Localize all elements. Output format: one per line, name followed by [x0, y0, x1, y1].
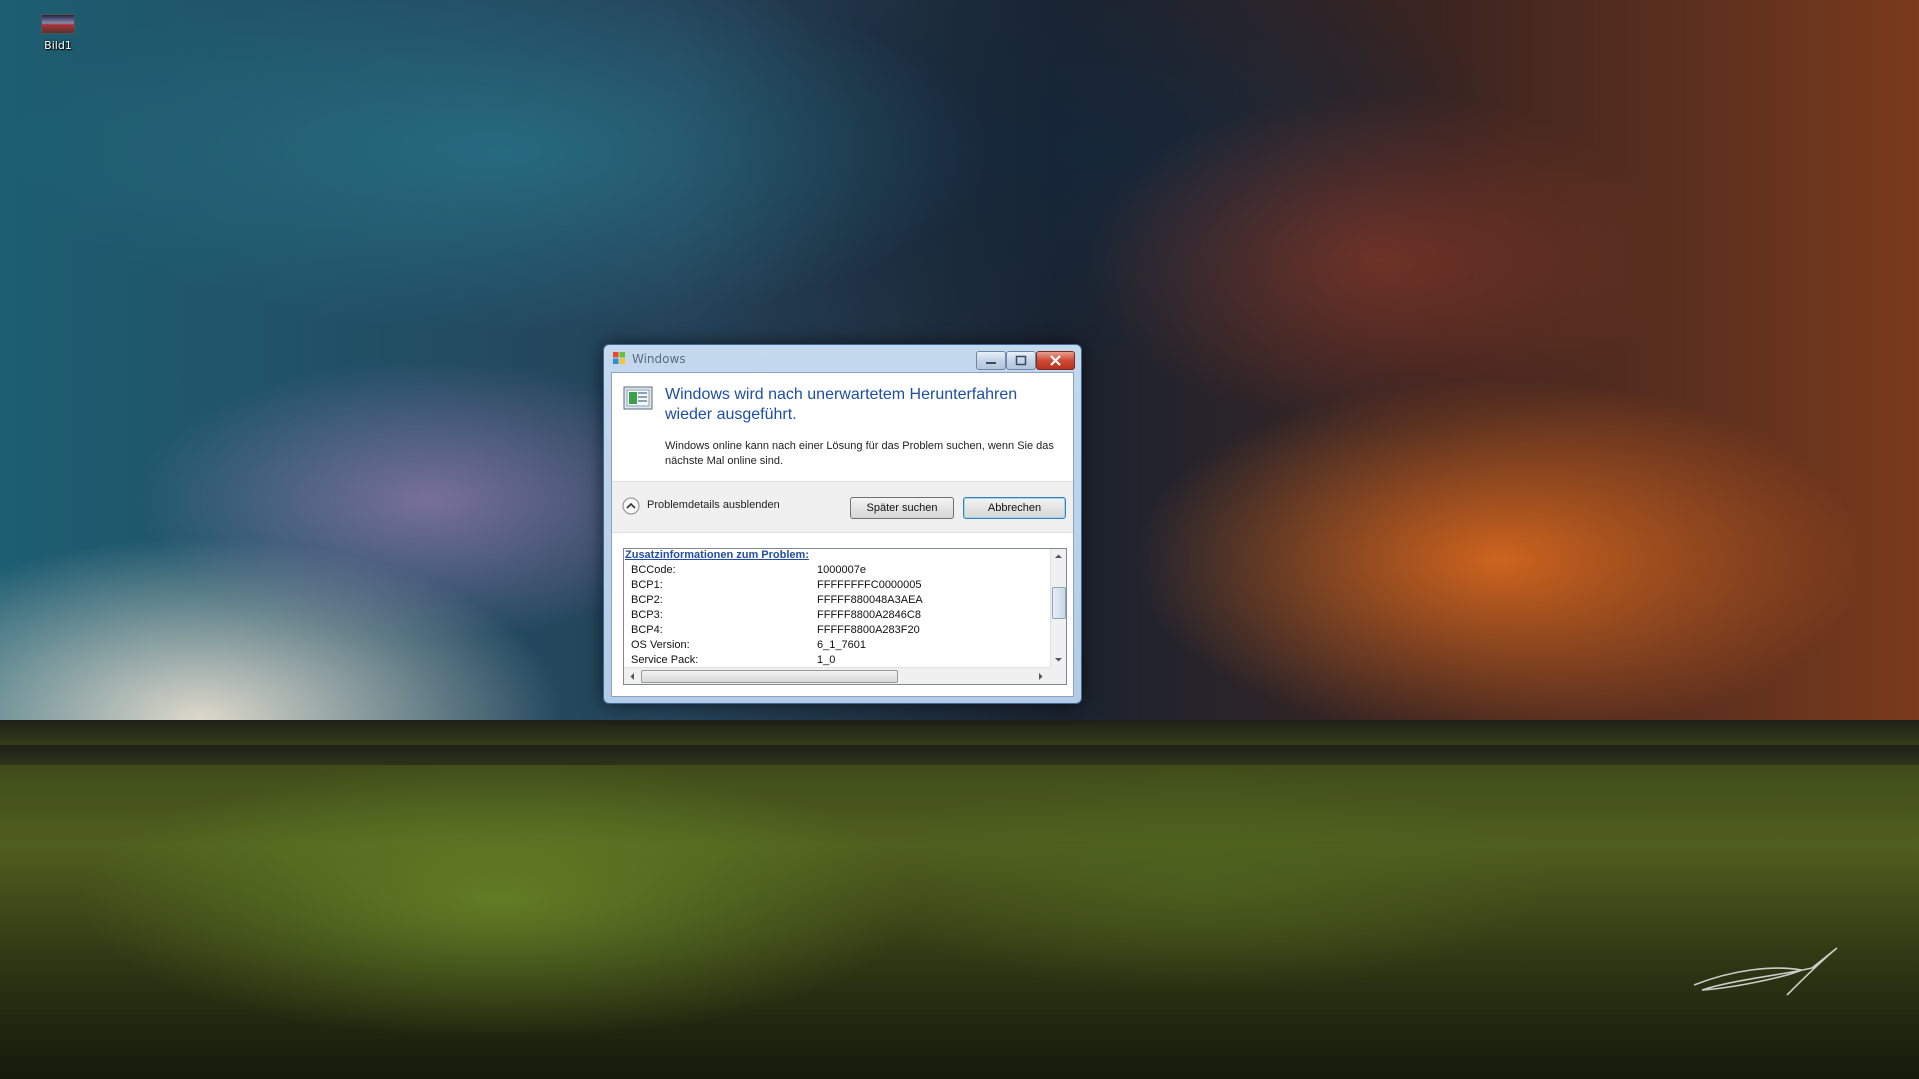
details-key: Service Pack: [631, 654, 699, 666]
details-value: 1_0 [817, 654, 836, 666]
search-later-button[interactable]: Später suchen [850, 497, 954, 519]
dialog-client-area: Windows wird nach unerwartetem Herunterf… [611, 372, 1074, 697]
details-row: OS Version: 6_1_7601 [624, 639, 1050, 654]
scrollbar-corner [1050, 667, 1066, 684]
details-row: BCP4: FFFFF8800A283F20 [624, 624, 1050, 639]
windows-logo-icon [613, 352, 625, 364]
wallpaper-field [0, 720, 1919, 1079]
details-key: BCCode: [631, 564, 676, 576]
scroll-right-icon[interactable] [1034, 670, 1047, 683]
minimize-button[interactable] [976, 351, 1006, 370]
details-value: FFFFF8800A283F20 [817, 624, 920, 636]
wallpaper-horizon [0, 745, 1919, 765]
close-icon [1050, 355, 1061, 366]
details-row: BCP3: FFFFF8800A2846C8 [624, 609, 1050, 624]
horizontal-scrollbar[interactable] [624, 667, 1050, 684]
details-row: Service Pack: 1_0 [624, 654, 1050, 667]
minimize-icon [986, 362, 996, 364]
maximize-button[interactable] [1006, 351, 1036, 370]
details-row: BCP1: FFFFFFFFC0000005 [624, 579, 1050, 594]
dialog-titlebar[interactable]: Windows [604, 345, 1081, 371]
vertical-scrollbar[interactable] [1050, 549, 1066, 667]
chevron-up-icon [622, 497, 640, 515]
dialog-message: Windows online kann nach einer Lösung fü… [665, 440, 1054, 467]
scroll-down-icon[interactable] [1052, 653, 1065, 666]
details-row: BCCode: 1000007e [624, 564, 1050, 579]
problem-details-content: Zusatzinformationen zum Problem: BCCode:… [624, 549, 1050, 667]
horizontal-scroll-thumb[interactable] [641, 670, 898, 683]
details-value: FFFFF8800A2846C8 [817, 609, 921, 621]
toggle-details-label: Problemdetails ausblenden [647, 499, 780, 511]
close-button[interactable] [1036, 351, 1075, 370]
dialog-action-bar: Problemdetails ausblenden Später suchen … [612, 481, 1073, 533]
monitor-warning-icon [623, 386, 653, 410]
details-key: BCP4: [631, 624, 663, 636]
details-key: BCP1: [631, 579, 663, 591]
details-key: BCP3: [631, 609, 663, 621]
details-value: FFFFFFFFC0000005 [817, 579, 922, 591]
scroll-up-icon[interactable] [1052, 550, 1065, 563]
image-file-icon [41, 14, 75, 34]
scroll-left-icon[interactable] [626, 670, 639, 683]
signature-icon [1693, 947, 1838, 996]
problem-details-box[interactable]: Zusatzinformationen zum Problem: BCCode:… [623, 548, 1067, 685]
dialog-headline: Windows wird nach unerwartetem Herunterf… [665, 386, 1018, 423]
details-value: 1000007e [817, 564, 866, 576]
details-value: FFFFF880048A3AEA [817, 594, 923, 606]
desktop-icon-label: Bild1 [44, 39, 72, 52]
desktop-icon-bild1[interactable]: Bild1 [28, 14, 88, 52]
details-heading: Zusatzinformationen zum Problem: [625, 549, 809, 561]
details-key: OS Version: [631, 639, 690, 651]
maximize-icon [1015, 355, 1027, 366]
details-row: BCP2: FFFFF880048A3AEA [624, 594, 1050, 609]
dialog-title: Windows [632, 352, 686, 366]
error-dialog: Windows Windows wird nach unerwartetem H… [603, 344, 1082, 704]
vertical-scroll-thumb[interactable] [1052, 587, 1066, 619]
details-key: BCP2: [631, 594, 663, 606]
cancel-button[interactable]: Abbrechen [963, 497, 1066, 519]
details-value: 6_1_7601 [817, 639, 866, 651]
